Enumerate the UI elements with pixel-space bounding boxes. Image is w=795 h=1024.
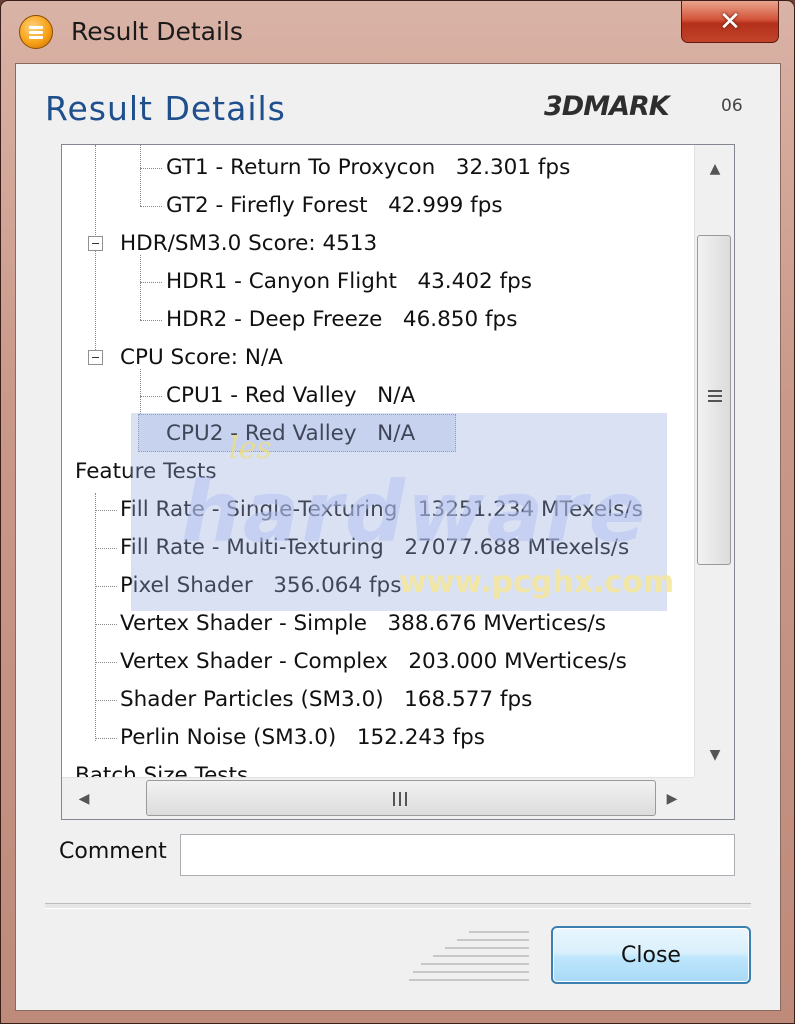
tree-line — [95, 586, 117, 587]
tree-item-label: CPU2 - Red Valley — [166, 421, 357, 446]
tree-item-cpu1[interactable]: CPU1 - Red Valley N/A — [166, 377, 415, 415]
tree-item-fill-single[interactable]: Fill Rate - Single-Texturing 13251.234 M… — [120, 491, 643, 529]
collapse-toggle-icon[interactable] — [88, 350, 103, 365]
tree-item-hdr-score[interactable]: HDR/SM3.0 Score: 4513 — [120, 225, 377, 263]
scroll-down-icon[interactable]: ▼ — [697, 737, 733, 773]
3dmark-logo: 3DMARK — [544, 91, 670, 122]
tree-line — [140, 145, 141, 206]
3dmark-logo-version: 06 — [721, 96, 743, 116]
tree-item-hdr2[interactable]: HDR2 - Deep Freeze 46.850 fps — [166, 301, 517, 339]
tree-item-label: Fill Rate - Multi-Texturing — [120, 535, 384, 560]
comment-label: Comment — [59, 839, 167, 864]
close-button-label: Close — [621, 942, 681, 968]
tree-item-value: 46.850 fps — [402, 307, 518, 332]
tree-item-batch-size[interactable]: Batch Size Tests — [75, 757, 248, 777]
tree-item-label: Vertex Shader - Complex — [120, 649, 388, 674]
window-title: Result Details — [71, 17, 243, 46]
tree-item-label: CPU Score: — [120, 345, 239, 370]
tree-line — [140, 206, 162, 207]
tree-line — [95, 624, 117, 625]
tree-item-label: HDR1 - Canyon Flight — [166, 269, 397, 294]
tree-item-label: GT1 - Return To Proxycon — [166, 155, 436, 180]
scroll-right-icon[interactable]: ▶ — [654, 781, 690, 817]
tree-line — [95, 493, 96, 741]
tree-line — [95, 700, 117, 701]
tree-item-value: 42.999 fps — [388, 193, 503, 218]
tree-item-cpu2[interactable]: CPU2 - Red Valley N/A — [166, 415, 415, 453]
close-icon: ✕ — [719, 6, 741, 37]
tree-line — [95, 145, 96, 245]
tree-item-feature-tests[interactable]: Feature Tests — [75, 453, 217, 491]
window-close-button[interactable]: ✕ — [681, 1, 779, 43]
tree-item-label: Pixel Shader — [120, 573, 253, 598]
tree-item-perlin-noise[interactable]: Perlin Noise (SM3.0) 152.243 fps — [120, 719, 485, 757]
tree-item-value: 152.243 fps — [356, 725, 485, 750]
title-bar[interactable]: Result Details ✕ — [1, 1, 794, 63]
tree-line — [140, 282, 162, 283]
scroll-up-icon[interactable]: ▲ — [697, 151, 733, 187]
tree-item-label: CPU1 - Red Valley — [166, 383, 357, 408]
tree-item-value: 13251.234 MTexels/s — [417, 497, 643, 522]
close-button[interactable]: Close — [551, 926, 751, 984]
tree-item-fill-multi[interactable]: Fill Rate - Multi-Texturing 27077.688 MT… — [120, 529, 629, 567]
tree-item-pixel-shader[interactable]: Pixel Shader 356.064 fps — [120, 567, 401, 605]
app-menu-icon[interactable] — [19, 15, 53, 49]
tree-item-value: 32.301 fps — [455, 155, 571, 180]
tree-item-vertex-simple[interactable]: Vertex Shader - Simple 388.676 MVertices… — [120, 605, 606, 643]
tree-item-label: Shader Particles (SM3.0) — [120, 687, 384, 712]
tree-line — [140, 168, 162, 169]
tree-item-value: 356.064 fps — [273, 573, 402, 598]
tree-item-value: 168.577 fps — [404, 687, 533, 712]
scroll-left-icon[interactable]: ◀ — [66, 781, 102, 817]
decorative-stripes — [409, 927, 529, 983]
tree-item-label: Perlin Noise (SM3.0) — [120, 725, 337, 750]
divider — [45, 903, 751, 909]
tree-item-gt1[interactable]: GT1 - Return To Proxycon 32.301 fps — [166, 149, 570, 187]
tree-line — [95, 510, 117, 511]
tree-item-value: 388.676 MVertices/s — [387, 611, 606, 636]
tree-item-label: Feature Tests — [75, 459, 217, 484]
page-title: Result Details — [45, 89, 286, 128]
tree-line — [95, 738, 117, 739]
tree-item-gt2[interactable]: GT2 - Firefly Forest 42.999 fps — [166, 187, 503, 225]
tree-line — [95, 548, 117, 549]
result-details-window: Result Details ✕ Result Details 3DMARK 0… — [0, 0, 795, 1024]
tree-item-value: N/A — [377, 421, 416, 446]
tree-item-cpu-score[interactable]: CPU Score: N/A — [120, 339, 283, 377]
tree-line — [95, 662, 117, 663]
tree-item-shader-particles[interactable]: Shader Particles (SM3.0) 168.577 fps — [120, 681, 532, 719]
tree-item-label: HDR2 - Deep Freeze — [166, 307, 383, 332]
tree-line — [95, 236, 96, 358]
tree-item-value: 203.000 MVertices/s — [408, 649, 627, 674]
tree-item-value: 4513 — [322, 231, 378, 256]
tree-line — [140, 255, 141, 320]
tree-content: GT1 - Return To Proxycon 32.301 fps GT2 … — [62, 145, 694, 777]
tree-item-value: 27077.688 MTexels/s — [404, 535, 630, 560]
vertical-scroll-thumb[interactable] — [697, 235, 731, 565]
tree-item-label: Vertex Shader - Simple — [120, 611, 367, 636]
tree-item-label: Batch Size Tests — [75, 763, 249, 777]
tree-item-label: Fill Rate - Single-Texturing — [120, 497, 398, 522]
horizontal-scroll-thumb[interactable] — [146, 780, 656, 816]
tree-item-value: N/A — [244, 345, 283, 370]
vertical-scrollbar[interactable]: ▲ ▼ — [694, 145, 734, 777]
tree-item-label: HDR/SM3.0 Score: — [120, 231, 316, 256]
scrollbar-corner — [694, 777, 734, 819]
tree-item-vertex-complex[interactable]: Vertex Shader - Complex 203.000 MVertice… — [120, 643, 627, 681]
tree-line — [140, 396, 162, 397]
tree-item-label: GT2 - Firefly Forest — [166, 193, 368, 218]
tree-line — [140, 320, 162, 321]
horizontal-scrollbar[interactable]: ◀ ▶ — [62, 777, 694, 819]
tree-item-value: 43.402 fps — [417, 269, 532, 294]
tree-item-value: N/A — [377, 383, 416, 408]
results-tree-view[interactable]: GT1 - Return To Proxycon 32.301 fps GT2 … — [61, 144, 735, 820]
comment-input[interactable] — [180, 834, 735, 876]
collapse-toggle-icon[interactable] — [88, 236, 103, 251]
tree-item-hdr1[interactable]: HDR1 - Canyon Flight 43.402 fps — [166, 263, 532, 301]
